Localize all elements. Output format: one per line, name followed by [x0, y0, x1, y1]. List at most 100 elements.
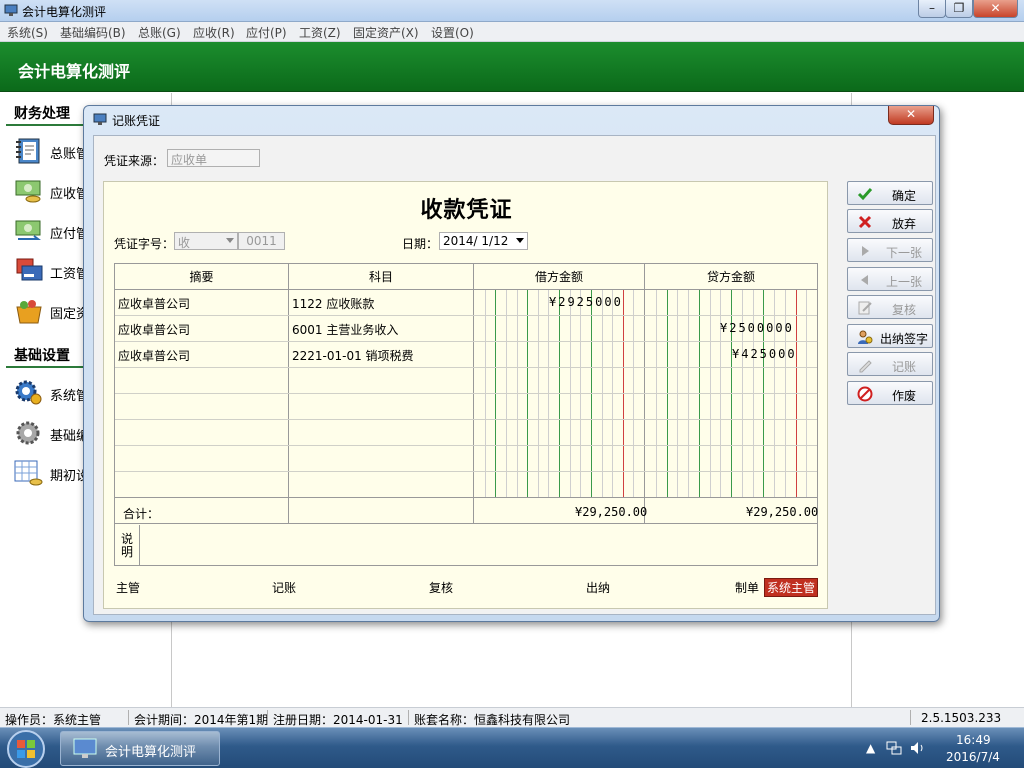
dialog-close-button[interactable]: ✕ [888, 106, 934, 125]
menu-fixed-assets[interactable]: 固定资产(X) [353, 24, 419, 41]
table-row[interactable] [115, 472, 817, 498]
button-label: 复核 [891, 303, 916, 317]
dialog-body: 凭证来源： 应收单 收款凭证 凭证字号： 收 0011 日期： 2014/ 1/… [93, 135, 936, 615]
total-row: 合计： ¥29,250.00 ¥29,250.00 [115, 497, 819, 524]
voucher-number-field[interactable]: 0011 [238, 232, 285, 250]
row-debit: ¥2925000 [549, 295, 623, 309]
app-banner: 会计电算化测评 [0, 42, 1024, 92]
table-row[interactable] [115, 420, 817, 446]
menu-payroll[interactable]: 工资(Z) [299, 24, 341, 41]
menu-system[interactable]: 系统(S) [7, 24, 48, 41]
button-label: 出纳签字 [879, 332, 928, 346]
status-reg-date: 注册日期：2014-01-31 [273, 713, 403, 727]
banner-title: 会计电算化测评 [18, 62, 131, 81]
row-account: 2221-01-01 销项税费 [292, 349, 414, 363]
table-row[interactable] [115, 446, 817, 472]
review-button[interactable]: 复核 [847, 295, 933, 319]
source-field[interactable]: 应收单 [167, 149, 260, 167]
dialog-title: 记账凭证 [112, 114, 161, 128]
check-icon [857, 188, 873, 201]
status-bar: 操作员：系统主管 会计期间：2014年第1期 注册日期：2014-01-31 账… [0, 707, 1024, 727]
windows-start-icon[interactable] [4, 729, 48, 768]
maximize-button[interactable]: ❐ [945, 0, 973, 18]
next-button[interactable]: 下一张 [847, 238, 933, 262]
voucher-title: 收款凭证 [420, 198, 513, 223]
monitor-icon [73, 738, 97, 758]
post-button[interactable]: 记账 [847, 352, 933, 376]
table-row[interactable]: 应收卓普公司 1122 应收账款 ¥2925000 [115, 290, 817, 316]
button-label: 上一张 [885, 275, 922, 289]
prev-arrow-icon [861, 275, 868, 285]
app-icon [4, 4, 18, 16]
header-debit: 借方金额 [534, 270, 583, 284]
menu-receivable[interactable]: 应收(R) [193, 24, 235, 41]
voucher-word-label: 凭证字号： [114, 237, 175, 251]
row-account: 1122 应收账款 [292, 297, 375, 311]
clock-time[interactable]: 16:49 [956, 733, 991, 747]
button-label: 下一张 [885, 246, 922, 260]
notes-label: 说明 [121, 532, 134, 559]
voucher-table: 摘要 科目 借方金额 贷方金额 应收卓普公司 1122 应收账款 ¥292500… [114, 263, 818, 566]
button-label: 记账 [891, 360, 916, 374]
menu-base-code[interactable]: 基础编码(B) [60, 24, 126, 41]
total-credit: ¥29,250.00 [746, 505, 819, 519]
notes-area[interactable]: 说明 [115, 525, 817, 566]
table-row[interactable] [115, 394, 817, 420]
divider [139, 525, 140, 566]
taskbar-app-button[interactable]: 会计电算化测评 [60, 731, 220, 766]
tray-expand-icon[interactable]: ▲ [866, 741, 875, 755]
money-transfer-icon [15, 220, 41, 240]
status-version: 2.5.1503.233 [921, 711, 1002, 725]
maker-badge: 系统主管 [764, 578, 819, 597]
voucher-dialog: 记账凭证 ✕ 凭证来源： 应收单 收款凭证 凭证字号： 收 0011 日期： 2… [83, 105, 940, 622]
total-debit: ¥29,250.00 [575, 505, 648, 519]
row-account: 6001 主营业务收入 [292, 323, 399, 337]
minimize-button[interactable]: – [918, 0, 946, 18]
menu-bar: 系统(S) 基础编码(B) 总账(G) 应收(R) 应付(P) 工资(Z) 固定… [0, 22, 1024, 42]
volume-icon[interactable] [910, 741, 926, 755]
money-icon [15, 180, 41, 203]
menu-ledger[interactable]: 总账(G) [138, 24, 181, 41]
table-row[interactable] [115, 368, 817, 394]
date-label: 日期： [402, 237, 439, 251]
cashier-sign-button[interactable]: 出纳签字 [847, 324, 933, 348]
table-row[interactable]: 应收卓普公司 2221-01-01 销项税费 ¥425000 [115, 342, 817, 368]
close-button[interactable]: ✕ [973, 0, 1018, 18]
table-row[interactable]: 应收卓普公司 6001 主营业务收入 ¥2500000 [115, 316, 817, 342]
menu-settings[interactable]: 设置(O) [431, 24, 474, 41]
pen-icon [859, 360, 872, 373]
status-operator: 操作员：系统主管 [5, 713, 102, 727]
sig-posting: 记账 [272, 581, 297, 595]
x-icon [858, 215, 872, 229]
window-title-bar: 会计电算化测评 – ❐ ✕ [0, 0, 1024, 22]
total-label: 合计： [123, 507, 160, 521]
voucher-paper: 收款凭证 凭证字号： 收 0011 日期： 2014/ 1/12 摘要 科目 借… [103, 181, 828, 609]
notebook-icon [16, 138, 40, 164]
divider [267, 710, 268, 725]
table-header: 摘要 科目 借方金额 贷方金额 [115, 264, 817, 290]
dialog-icon [93, 113, 107, 125]
sidebar-section-finance: 财务处理 [14, 106, 70, 122]
date-value: 2014/ 1/12 [443, 234, 509, 248]
prev-button[interactable]: 上一张 [847, 267, 933, 291]
confirm-button[interactable]: 确定 [847, 181, 933, 205]
network-icon[interactable] [886, 741, 902, 755]
voucher-word-select[interactable]: 收 [174, 232, 238, 250]
divider [408, 710, 409, 725]
menu-payable[interactable]: 应付(P) [246, 24, 287, 41]
button-label: 确定 [891, 189, 916, 203]
header-account: 科目 [368, 270, 393, 284]
sig-cashier: 出纳 [586, 581, 611, 595]
source-label: 凭证来源： [104, 154, 165, 168]
status-period: 会计期间：2014年第1期 [134, 713, 269, 727]
basket-icon [16, 300, 42, 324]
row-summary: 应收卓普公司 [118, 297, 191, 311]
sidebar-section-basic: 基础设置 [14, 348, 70, 364]
button-label: 放弃 [891, 217, 916, 231]
discard-button[interactable]: 放弃 [847, 209, 933, 233]
date-picker[interactable]: 2014/ 1/12 [439, 232, 528, 250]
row-credit: ¥425000 [732, 347, 797, 361]
clock-date[interactable]: 2016/7/4 [946, 750, 1000, 764]
row-summary: 应收卓普公司 [118, 349, 191, 363]
void-button[interactable]: 作废 [847, 381, 933, 405]
